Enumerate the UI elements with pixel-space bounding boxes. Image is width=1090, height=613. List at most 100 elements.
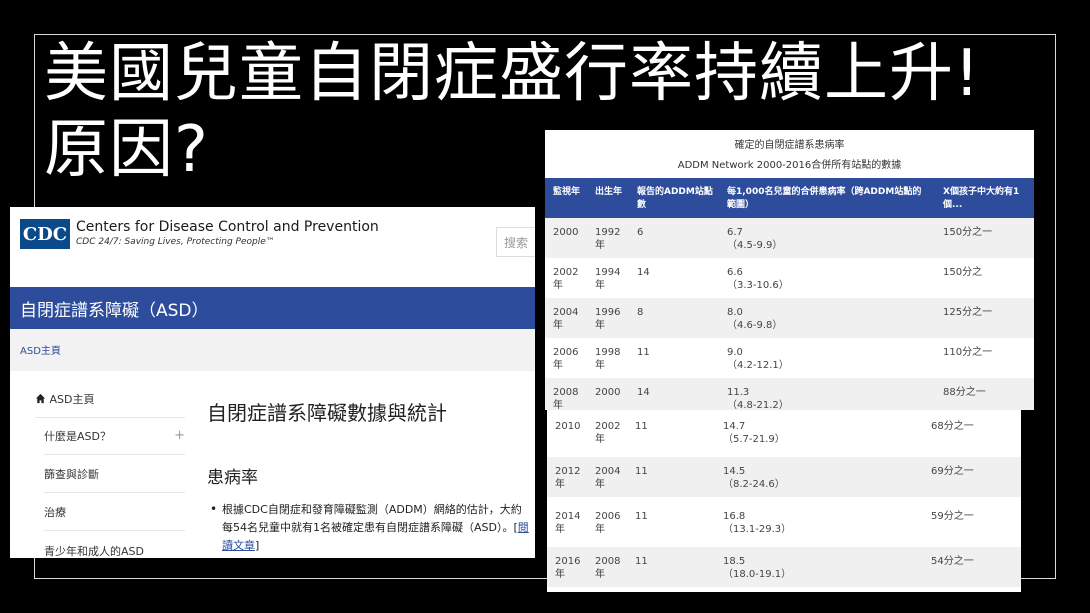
sidebar-item-label: 什麼是ASD？: [44, 430, 111, 443]
sidebar-item-label: 篩查與診斷: [44, 468, 99, 481]
col-birth-year: 出生年: [595, 187, 623, 197]
col-surveillance-year: 監視年: [553, 187, 581, 197]
table-subcaption: ADDM Network 2000-2016合併所有站點的數據: [677, 160, 902, 171]
cell-rate: 9.0 （4.2-12.1）: [727, 346, 789, 372]
cell-ratio: 54分之一: [931, 556, 974, 567]
cell-year: 2014年: [555, 511, 581, 535]
cell-sites: 11: [635, 466, 648, 477]
breadcrumb-link[interactable]: ASD主頁: [20, 342, 61, 357]
col-sites: 報告的ADDM站點數: [637, 187, 713, 210]
sidebar-item-treatment[interactable]: 治療: [44, 504, 185, 531]
cell-birth: 1996年: [595, 307, 621, 331]
home-icon: [35, 393, 46, 404]
cell-sites: 11: [635, 421, 648, 432]
cdc-header: CDC Centers for Disease Control and Prev…: [10, 207, 535, 287]
cell-ratio: 125分之一: [943, 307, 993, 318]
rate-range: （4.6-9.8）: [727, 320, 783, 331]
title-line-1: 美國兒童自閉症盛行率持續上升!: [44, 37, 981, 111]
expand-icon[interactable]: +: [174, 428, 185, 443]
cell-birth: 2000: [595, 387, 621, 398]
cell-ratio: 59分之一: [931, 511, 974, 522]
search-input[interactable]: 搜索: [496, 227, 535, 257]
cdc-logo[interactable]: CDC: [20, 219, 70, 249]
sidebar-item-label: 治療: [44, 506, 66, 519]
cell-rate: 6.6 （3.3-10.6）: [727, 266, 789, 292]
rate-value: 16.8: [723, 511, 746, 522]
cell-sites: 14: [637, 387, 650, 398]
rate-range: （5.7-21.9）: [723, 434, 785, 445]
sidebar-item-screening[interactable]: 篩查與診斷: [44, 466, 185, 493]
table-row: 2014年 2006年 11 16.8 （13.1-29.3） 59分之一: [547, 502, 1021, 542]
rate-value: 14.5: [723, 466, 746, 477]
breadcrumb: ASD主頁: [10, 329, 535, 371]
cell-ratio: 110分之一: [943, 347, 993, 358]
sidebar-item-what-is-asd[interactable]: 什麼是ASD？ +: [44, 428, 185, 455]
sidebar-item-home[interactable]: ASD主頁: [35, 391, 185, 418]
cell-year: 2010: [555, 421, 581, 432]
cell-rate: 14.5 （8.2-24.6）: [723, 465, 785, 491]
cdc-org-name: Centers for Disease Control and Preventi…: [76, 219, 379, 235]
table-header: 監視年 出生年 報告的ADDM站點數 每1,000名兒童的合併患病率（跨ADDM…: [545, 178, 1034, 218]
cell-sites: 14: [637, 267, 650, 278]
table-row: 2002年 1994年 14 6.6 （3.3-10.6） 150分之: [545, 258, 1034, 298]
cell-rate: 14.7 （5.7-21.9）: [723, 420, 785, 446]
cell-sites: 8: [637, 307, 644, 318]
cell-sites: 11: [635, 511, 648, 522]
col-ratio: X個孩子中大約有1個...: [943, 187, 1020, 210]
table-caption: 確定的自閉症譜系患病率: [734, 140, 845, 151]
sidebar-item-adults[interactable]: 青少年和成人的ASD: [44, 543, 185, 558]
table-row: 2006年 1998年 11 9.0 （4.2-12.1） 110分之一: [545, 338, 1034, 378]
prevalence-table: 確定的自閉症譜系患病率 ADDM Network 2000-2016合併所有站點…: [545, 130, 1034, 410]
rate-range: （18.0-19.1）: [723, 569, 792, 580]
cdc-tagline: CDC 24/7: Saving Lives, Protecting Peopl…: [76, 237, 275, 247]
rate-value: 14.7: [723, 421, 746, 432]
cell-birth: 1992年: [595, 227, 621, 251]
cell-year: 2016年: [555, 556, 581, 580]
cell-birth: 2008年: [595, 556, 621, 580]
cell-rate: 11.3 （4.8-21.2）: [727, 386, 789, 410]
prevalence-table-continued: 2010 2002年 11 14.7 （5.7-21.9） 68分之一 2012年 2004年…: [547, 410, 1021, 592]
cell-year: 2004年: [553, 307, 579, 331]
page-heading: 自閉症譜系障礙數據與統計: [207, 401, 447, 425]
table-row: 2008年 2000 14 11.3 （4.8-21.2） 88分之一: [545, 378, 1034, 410]
rate-value: 11.3: [727, 387, 750, 398]
cell-year: 2000: [553, 227, 579, 238]
col-prevalence: 每1,000名兒童的合併患病率（跨ADDM站點的範圍）: [727, 187, 922, 210]
section-title-bar: 自閉症譜系障礙（ASD）: [10, 287, 535, 329]
cell-year: 2012年: [555, 466, 581, 490]
paragraph-text: 根據CDC自閉症和發育障礙監測（ADDM）網絡的估計，大約每54名兒童中就有1名…: [222, 503, 522, 534]
sidebar-item-label: 青少年和成人的ASD: [44, 545, 144, 558]
table-row: 2016年 2008年 11 18.5 （18.0-19.1） 54分之一: [547, 547, 1021, 587]
rate-range: （4.8-21.2）: [727, 400, 789, 410]
cell-rate: 18.5 （18.0-19.1）: [723, 555, 791, 581]
rate-value: 6.6: [727, 267, 743, 278]
cell-birth: 1998年: [595, 347, 621, 371]
cell-rate: 16.8 （13.1-29.3）: [723, 510, 791, 536]
rate-range: （13.1-29.3）: [723, 524, 792, 535]
cell-ratio: 150分之: [943, 267, 983, 278]
cdc-webpage: CDC Centers for Disease Control and Prev…: [10, 207, 535, 558]
rate-value: 9.0: [727, 347, 743, 358]
table-row: 2012年 2004年 11 14.5 （8.2-24.6） 69分之一: [547, 457, 1021, 497]
rate-range: （4.5-9.9）: [727, 240, 783, 251]
rate-value: 8.0: [727, 307, 743, 318]
cell-birth: 2006年: [595, 511, 621, 535]
cell-birth: 1994年: [595, 267, 621, 291]
section-title: 自閉症譜系障礙（ASD）: [20, 301, 209, 321]
cell-rate: 8.0 （4.6-9.8）: [727, 306, 782, 332]
table-row: 2000 1992年 6 6.7 （4.5-9.9） 150分之一: [545, 218, 1034, 258]
cell-birth: 2004年: [595, 466, 621, 490]
table-row: 2010 2002年 11 14.7 （5.7-21.9） 68分之一: [547, 412, 1021, 452]
cell-birth: 2002年: [595, 421, 621, 445]
prevalence-paragraph: • 根據CDC自閉症和發育障礙監測（ADDM）網絡的估計，大約每54名兒童中就有…: [210, 501, 530, 555]
cell-year: 2002年: [553, 267, 579, 291]
cell-ratio: 68分之一: [931, 421, 974, 432]
cell-sites: 6: [637, 227, 644, 238]
table-row: 2004年 1996年 8 8.0 （4.6-9.8） 125分之一: [545, 298, 1034, 338]
paragraph-end: ]: [255, 539, 260, 552]
rate-range: （3.3-10.6）: [727, 280, 789, 291]
cell-sites: 11: [635, 556, 648, 567]
sidebar-item-label: ASD主頁: [49, 393, 95, 406]
cell-year: 2006年: [553, 347, 579, 371]
bullet-icon: •: [210, 502, 218, 516]
